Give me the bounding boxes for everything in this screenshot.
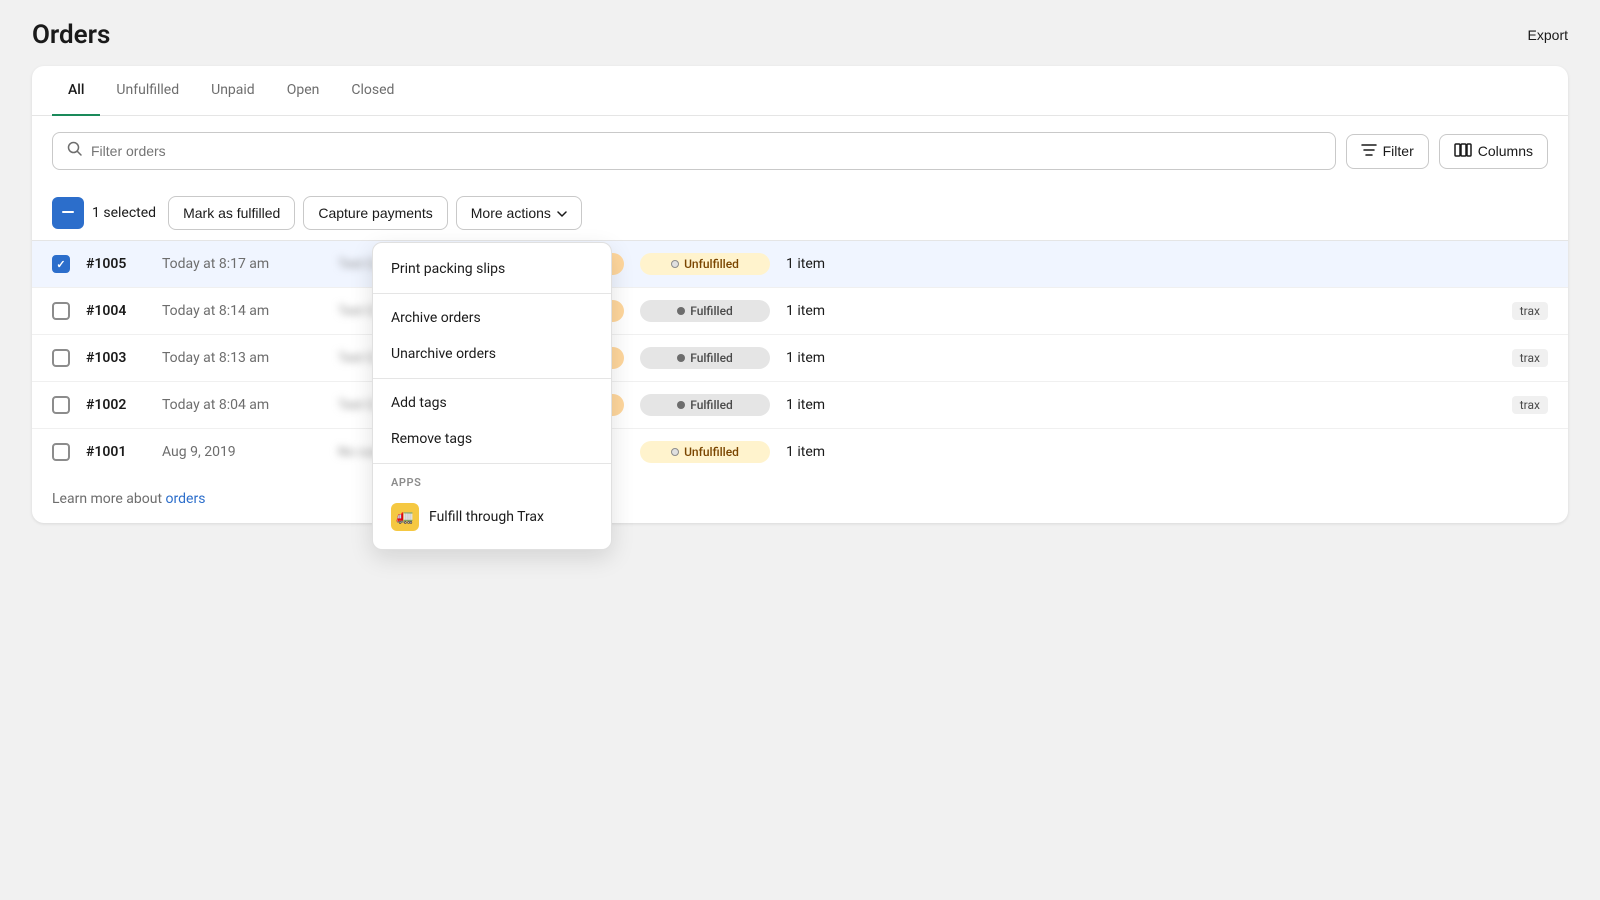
order-tag-1004: trax [1512, 302, 1548, 320]
order-date-1002: Today at 8:04 am [162, 397, 322, 413]
unfulfilled-dot [671, 260, 679, 268]
table-row: #1003 Today at 8:13 am Test Customer nt … [32, 335, 1568, 382]
dropdown-item-print-packing-slips[interactable]: Print packing slips [373, 251, 611, 287]
dropdown-divider-1 [373, 293, 611, 294]
main-card: All Unfulfilled Unpaid Open Closed [32, 66, 1568, 523]
orders-learn-more-link[interactable]: orders [166, 491, 206, 507]
row-checkbox-1004[interactable] [52, 302, 70, 320]
order-tag-1002: trax [1512, 396, 1548, 414]
fulfillment-badge-1002: Fulfilled [640, 394, 770, 416]
table-row: #1004 Today at 8:14 am Test Customer nt … [32, 288, 1568, 335]
order-tag-1003: trax [1512, 349, 1548, 367]
page-header: Orders Export [0, 0, 1600, 66]
action-bar: 1 selected Mark as fulfilled Capture pay… [32, 186, 1568, 241]
order-number-1005[interactable]: #1005 [86, 256, 146, 272]
order-number-1001[interactable]: #1001 [86, 444, 146, 460]
more-actions-button[interactable]: More actions [456, 196, 582, 230]
table-row: #1002 Today at 8:04 am Test Customer nt … [32, 382, 1568, 429]
tabs-bar: All Unfulfilled Unpaid Open Closed [32, 66, 1568, 116]
orders-table: #1005 Today at 8:17 am Test Customer nt … [32, 241, 1568, 475]
columns-label: Columns [1478, 143, 1533, 159]
more-actions-dropdown: Print packing slips Archive orders Unarc… [372, 242, 612, 550]
fulfillment-badge-1005: Unfulfilled [640, 253, 770, 275]
dropdown-item-trax[interactable]: 🚛 Fulfill through Trax [373, 493, 611, 541]
dropdown-divider-2 [373, 378, 611, 379]
tab-unfulfilled[interactable]: Unfulfilled [100, 66, 195, 116]
order-items-1005: 1 item [786, 256, 1548, 272]
filter-icon [1361, 143, 1377, 160]
dropdown-item-add-tags[interactable]: Add tags [373, 385, 611, 421]
order-number-1003[interactable]: #1003 [86, 350, 146, 366]
trax-icon: 🚛 [391, 503, 419, 531]
capture-payments-button[interactable]: Capture payments [303, 196, 447, 230]
order-date-1003: Today at 8:13 am [162, 350, 322, 366]
dropdown-item-unarchive-orders[interactable]: Unarchive orders [373, 336, 611, 372]
search-bar-row: Filter Columns [32, 116, 1568, 186]
order-date-1004: Today at 8:14 am [162, 303, 322, 319]
order-items-1003: 1 item [786, 350, 1496, 366]
chevron-down-icon [557, 205, 567, 221]
table-row: #1001 Aug 9, 2019 No customer Unfulfille… [32, 429, 1568, 475]
columns-icon [1454, 143, 1472, 160]
row-checkbox-1005[interactable] [52, 255, 70, 273]
filter-button[interactable]: Filter [1346, 134, 1429, 169]
row-checkbox-1001[interactable] [52, 443, 70, 461]
tab-all[interactable]: All [52, 66, 100, 116]
apps-section-label: APPS [373, 470, 611, 493]
columns-button[interactable]: Columns [1439, 134, 1548, 169]
row-checkbox-1002[interactable] [52, 396, 70, 414]
order-number-1002[interactable]: #1002 [86, 397, 146, 413]
filter-label: Filter [1383, 143, 1414, 159]
dropdown-item-archive-orders[interactable]: Archive orders [373, 300, 611, 336]
order-date-1001: Aug 9, 2019 [162, 444, 322, 460]
unfulfilled-dot [671, 448, 679, 456]
fulfilled-dot [677, 354, 685, 362]
page-title: Orders [32, 20, 110, 50]
fulfillment-badge-1003: Fulfilled [640, 347, 770, 369]
order-date-1005: Today at 8:17 am [162, 256, 322, 272]
search-icon [67, 141, 83, 161]
select-all-indicator[interactable] [52, 197, 84, 229]
order-items-1001: 1 item [786, 444, 1548, 460]
search-input[interactable] [91, 143, 1321, 159]
dropdown-item-remove-tags[interactable]: Remove tags [373, 421, 611, 457]
row-checkbox-1003[interactable] [52, 349, 70, 367]
selected-count-label: 1 selected [92, 205, 156, 221]
fulfillment-badge-1001: Unfulfilled [640, 441, 770, 463]
fulfilled-dot [677, 401, 685, 409]
dropdown-divider-3 [373, 463, 611, 464]
tab-closed[interactable]: Closed [335, 66, 410, 116]
table-row: #1005 Today at 8:17 am Test Customer nt … [32, 241, 1568, 288]
fulfillment-badge-1004: Fulfilled [640, 300, 770, 322]
mark-fulfilled-button[interactable]: Mark as fulfilled [168, 196, 295, 230]
learn-more-row: Learn more about orders [32, 475, 1568, 523]
export-button[interactable]: Export [1528, 27, 1568, 43]
search-input-wrap [52, 132, 1336, 170]
tab-unpaid[interactable]: Unpaid [195, 66, 271, 116]
order-items-1004: 1 item [786, 303, 1496, 319]
order-number-1004[interactable]: #1004 [86, 303, 146, 319]
fulfilled-dot [677, 307, 685, 315]
tab-open[interactable]: Open [271, 66, 336, 116]
order-items-1002: 1 item [786, 397, 1496, 413]
